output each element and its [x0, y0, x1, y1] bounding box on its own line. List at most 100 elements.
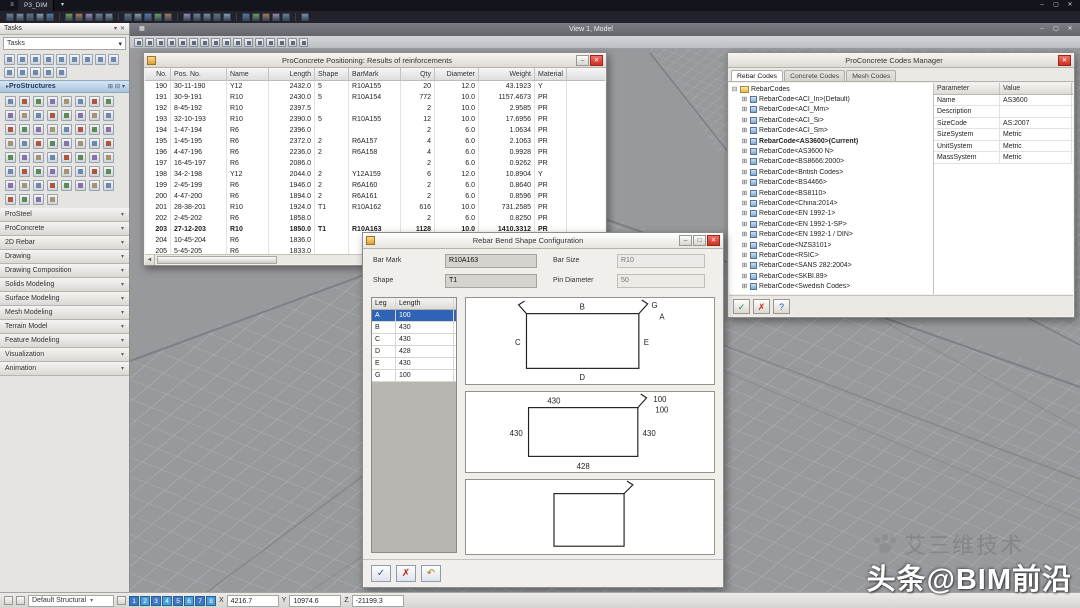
- table-row[interactable]: 1941-47-194R62396.026.01.0634PR: [145, 125, 605, 136]
- view-minimize-button[interactable]: –: [1036, 25, 1048, 34]
- tree-item[interactable]: ⊞RebarCode<NZS3101>: [729, 240, 933, 250]
- view-menu-icon[interactable]: ▦: [136, 25, 148, 34]
- attributes-icon[interactable]: [117, 596, 126, 605]
- column-tool-icon[interactable]: [19, 166, 30, 177]
- tab-rebar-codes[interactable]: Rebar Codes: [731, 70, 783, 81]
- clip-mask-icon[interactable]: [277, 38, 286, 47]
- dimension-tool-icon[interactable]: [33, 194, 44, 205]
- view-attributes-icon[interactable]: [134, 38, 143, 47]
- parameters-table[interactable]: ParameterValueNameAS3600DescriptionSizeC…: [934, 83, 1073, 294]
- codes-manager-titlebar[interactable]: ProConcrete Codes Manager ✕: [728, 53, 1074, 68]
- view-close-button[interactable]: ✕: [1064, 25, 1076, 34]
- expand-icon[interactable]: ⊞: [741, 96, 748, 103]
- bend-dialog-titlebar[interactable]: Rebar Bend Shape Configuration – □ ✕: [363, 233, 723, 249]
- tree-item[interactable]: ⊞RebarCode<BS8666:2000>: [729, 157, 933, 167]
- slab-tool-icon[interactable]: [5, 152, 16, 163]
- dialog-close-button[interactable]: ✕: [707, 235, 720, 246]
- tasks-panel-header[interactable]: Tasks ▾ ✕: [0, 23, 129, 35]
- expand-icon[interactable]: ⊞: [741, 283, 748, 290]
- rotate-view-icon[interactable]: [193, 13, 201, 21]
- shape-field[interactable]: T1: [445, 274, 537, 288]
- tree-root[interactable]: ⊟RebarCodes: [729, 84, 933, 94]
- stirrup-tool-icon[interactable]: [5, 124, 16, 135]
- table-row[interactable]: 1951-45-195R62372.02R6A15746.02.1063PR: [145, 136, 605, 147]
- element-selection-icon[interactable]: [124, 13, 132, 21]
- zoom-out-icon[interactable]: [178, 38, 187, 47]
- tree-item[interactable]: ⊞RebarCode<ACI_Mm>: [729, 105, 933, 115]
- expand-icon[interactable]: ⊞: [741, 148, 748, 155]
- measure-icon[interactable]: [203, 13, 211, 21]
- slab-tool-icon[interactable]: [33, 166, 44, 177]
- close-button[interactable]: ✕: [1064, 1, 1076, 10]
- cancel-button[interactable]: ✗: [396, 565, 416, 582]
- mesh-tool-icon[interactable]: [103, 96, 114, 107]
- app-menu-icon[interactable]: ≡: [6, 1, 18, 10]
- key-in-icon[interactable]: [282, 13, 290, 21]
- beam-tool-icon[interactable]: [89, 138, 100, 149]
- tree-item[interactable]: ⊞RebarCode<Swedish Codes>: [729, 281, 933, 291]
- column-header-weight[interactable]: Weight: [479, 68, 535, 80]
- column-tool-icon[interactable]: [75, 124, 86, 135]
- footing-tool-icon[interactable]: [33, 152, 44, 163]
- column-tool-icon[interactable]: [19, 96, 30, 107]
- dialog-minimize-button[interactable]: –: [576, 55, 589, 66]
- zoom-in-icon[interactable]: [144, 13, 152, 21]
- table-row[interactable]: 19030-11-190Y122432.05R10A1552012.043.19…: [145, 81, 605, 92]
- open-file-icon[interactable]: [26, 13, 34, 21]
- chevron-down-icon[interactable]: ▾: [122, 83, 125, 90]
- annotation-tool-icon[interactable]: [103, 152, 114, 163]
- dialog-maximize-button[interactable]: □: [693, 235, 706, 246]
- wall-tool-icon[interactable]: [47, 96, 58, 107]
- param-row[interactable]: NameAS3600: [934, 95, 1073, 107]
- pan-view-icon[interactable]: [183, 13, 191, 21]
- mesh-tool-icon[interactable]: [47, 138, 58, 149]
- selection-tool-icon[interactable]: [82, 54, 93, 65]
- task-list-icon[interactable]: [43, 54, 54, 65]
- sidebar-item-drawing-composition[interactable]: Drawing Composition▾: [0, 264, 129, 278]
- redo-icon[interactable]: [105, 13, 113, 21]
- positioning-dialog-titlebar[interactable]: ProConcrete Positioning: Results of rein…: [144, 53, 606, 68]
- section-prostructures[interactable]: ▸ ProStructures ⊞ ⊟ ▾: [0, 80, 129, 93]
- sidebar-item-terrain-model[interactable]: Terrain Model▾: [0, 320, 129, 334]
- references-icon[interactable]: [223, 13, 231, 21]
- dimension-tool-icon[interactable]: [5, 110, 16, 121]
- fence-tool-icon[interactable]: [95, 54, 106, 65]
- paste-icon[interactable]: [85, 13, 93, 21]
- view-toggle-6[interactable]: 6: [184, 596, 194, 606]
- file-tab[interactable]: P3_DIM: [18, 0, 54, 11]
- layers-icon[interactable]: [213, 13, 221, 21]
- expand-icon[interactable]: ⊞: [741, 179, 748, 186]
- fit-view-icon[interactable]: [164, 13, 172, 21]
- rebar-tool-icon[interactable]: [47, 152, 58, 163]
- dimension-tool-icon[interactable]: [89, 152, 100, 163]
- tree-item[interactable]: ⊞RebarCode<EN 1992-1-SP>: [729, 219, 933, 229]
- level-display-icon[interactable]: [252, 13, 260, 21]
- leg-length-table[interactable]: LegLengthA100B430C430D428E430G100: [371, 297, 457, 553]
- snap-mode-icon[interactable]: [4, 596, 13, 605]
- mirror-tool-icon[interactable]: [30, 67, 41, 78]
- expand-icon[interactable]: ⊞: [741, 158, 748, 165]
- undo-button[interactable]: ↶: [421, 565, 441, 582]
- annotation-tool-icon[interactable]: [19, 180, 30, 191]
- param-row[interactable]: SizeCodeAS:2007: [934, 118, 1073, 130]
- close-panel-icon[interactable]: ✕: [120, 25, 125, 32]
- column-header-barmark[interactable]: BarMark: [349, 68, 401, 80]
- column-tool-icon[interactable]: [103, 138, 114, 149]
- reinforcement-table[interactable]: No.Pos. No.NameLengthShapeBarMarkQtyDiam…: [145, 68, 605, 254]
- expand-icon[interactable]: ⊞: [741, 138, 748, 145]
- footing-tool-icon[interactable]: [5, 138, 16, 149]
- view-toggle-2[interactable]: 2: [140, 596, 150, 606]
- footing-tool-icon[interactable]: [89, 110, 100, 121]
- mesh-tool-icon[interactable]: [19, 124, 30, 135]
- column-tool-icon[interactable]: [47, 180, 58, 191]
- table-row[interactable]: 19716-45-197R62086.026.00.9262PR: [145, 158, 605, 169]
- slab-tool-icon[interactable]: [89, 124, 100, 135]
- column-header-diameter[interactable]: Diameter: [435, 68, 479, 80]
- rebar-codes-tree[interactable]: ⊟RebarCodes⊞RebarCode<ACI_In>(Default)⊞R…: [729, 83, 934, 294]
- tree-item[interactable]: ⊞RebarCode<BS8110>: [729, 188, 933, 198]
- dialog-close-button[interactable]: ✕: [1058, 55, 1071, 66]
- footing-tool-icon[interactable]: [61, 166, 72, 177]
- tab-concrete-codes[interactable]: Concrete Codes: [784, 70, 845, 81]
- undo-view-icon[interactable]: [288, 38, 297, 47]
- view-toggle-8[interactable]: 8: [206, 596, 216, 606]
